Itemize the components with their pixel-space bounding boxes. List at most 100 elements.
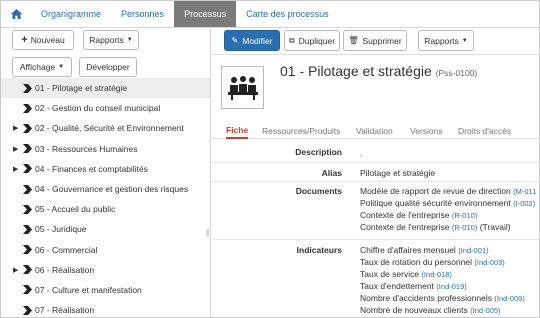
document-link[interactable]: Politique qualité sécurité environnement… xyxy=(360,198,535,208)
process-chevron-icon xyxy=(23,204,32,214)
reports-dropdown-button-right[interactable]: Rapports ▼ xyxy=(418,30,474,51)
duplicate-label: Dupliquer xyxy=(298,35,336,46)
indicator-name: Nombre de nouveaux clients xyxy=(360,305,468,315)
document-name: Contexte de l'entreprise xyxy=(360,222,450,232)
document-link[interactable]: Contexte de l'entreprise (R-010) xyxy=(360,210,477,220)
indicator-link[interactable]: Taux de service (Ind-018) xyxy=(360,269,452,279)
new-button[interactable]: + Nouveau xyxy=(12,30,74,50)
process-chevron-icon xyxy=(23,224,32,234)
alias-label: Alias xyxy=(321,168,342,178)
tree-item-label: 06 - Réalisation xyxy=(35,264,95,275)
indicator-ref: (Ind-001) xyxy=(458,246,489,255)
indicator-link[interactable]: Taux d'endettement (Ind-019) xyxy=(360,281,467,291)
display-dropdown-button[interactable]: Affichage ▼ xyxy=(12,57,72,77)
row-separator xyxy=(212,181,539,182)
toolbar-divider xyxy=(212,54,539,55)
row-separator xyxy=(212,162,539,163)
process-chevron-icon xyxy=(23,184,32,194)
indicator-ref: (Ind-005) xyxy=(470,306,501,315)
process-chevron-icon xyxy=(23,245,32,255)
document-link[interactable]: Modèle de rapport de revue de direction … xyxy=(360,186,536,196)
tree-item-label: 02 - Gestion du conseil municipal xyxy=(35,103,161,114)
display-label: Affichage xyxy=(19,62,56,72)
delete-label: Supprimer xyxy=(362,35,402,46)
process-chevron-icon xyxy=(23,305,32,315)
indicator-link[interactable]: Taux de rotation du personnel (Ind-003) xyxy=(360,257,505,267)
tree-item-label: 01 - Pilotage et stratégie xyxy=(35,83,128,94)
nav-tab-carte-processus[interactable]: Carte des processus xyxy=(236,1,339,27)
tree-item-label: 03 - Ressources Humaines xyxy=(35,143,138,154)
tree-item[interactable]: ▶ 06 - Réalisation xyxy=(1,260,210,280)
delete-button[interactable]: 🗑 Supprimer xyxy=(343,30,407,51)
process-tree-panel: + Nouveau Rapports ▼ Affichage ▼ Développer… xyxy=(1,28,211,317)
plus-icon: + xyxy=(21,34,28,46)
document-link[interactable]: Contexte de l'entreprise (R-010) (Travai… xyxy=(360,222,511,232)
indicator-name: Taux de service xyxy=(360,269,420,279)
resize-handle[interactable]: || xyxy=(206,228,209,237)
expand-arrow-icon[interactable]: ▶ xyxy=(13,165,18,173)
document-ref: (M-011 xyxy=(513,187,537,196)
indicator-ref: (Ind-009) xyxy=(494,294,525,303)
expand-arrow-icon[interactable]: ▶ xyxy=(13,266,18,274)
tree-item-label: 07 - Culture et manifestation xyxy=(35,284,142,295)
tab-versions[interactable]: Versions xyxy=(410,122,443,139)
expand-arrow-icon[interactable]: ▶ xyxy=(13,124,18,132)
tab-validation[interactable]: Validation xyxy=(356,122,393,139)
top-nav: Organigramme Personnes Processus Carte d… xyxy=(1,1,539,28)
copy-icon: ⧉ xyxy=(288,35,295,45)
process-chevron-icon xyxy=(23,103,32,113)
edit-button[interactable]: ✎ Modifier xyxy=(224,30,280,51)
tree-item-label: 02 - Qualité, Sécurité et Environnement xyxy=(35,123,184,134)
indicator-link[interactable]: Nombre d'accidents professionnels (Ind-0… xyxy=(360,293,525,303)
tree-item[interactable]: 04 - Gouvernance et gestion des risques xyxy=(1,179,210,199)
process-pictogram xyxy=(221,66,264,109)
tree-item[interactable]: ▶ 03 - Ressources Humaines xyxy=(1,139,210,159)
tree-item[interactable]: 02 - Gestion du conseil municipal xyxy=(1,98,210,118)
app-window: Organigramme Personnes Processus Carte d… xyxy=(0,0,540,318)
tree-item[interactable]: 01 - Pilotage et stratégie xyxy=(1,78,210,99)
tab-fiche[interactable]: Fiche xyxy=(226,122,249,139)
expand-arrow-icon[interactable]: ▶ xyxy=(13,145,18,153)
expand-label: Développer xyxy=(86,62,130,72)
expand-button[interactable]: Développer xyxy=(79,57,137,77)
caret-down-icon: ▼ xyxy=(126,37,133,43)
tree-item[interactable]: 05 - Juridique xyxy=(1,219,210,239)
nav-tab-personnes[interactable]: Personnes xyxy=(111,1,174,27)
process-title: 01 - Pilotage et stratégie (Pss-0100) xyxy=(280,63,477,79)
tab-droits-acces[interactable]: Droits d'accès xyxy=(458,122,511,139)
duplicate-button[interactable]: ⧉ Dupliquer xyxy=(284,30,340,51)
indicator-name: Taux d'endettement xyxy=(360,281,434,291)
tree-item[interactable]: 06 - Commercial xyxy=(1,240,210,260)
process-chevron-icon xyxy=(23,123,32,133)
tree-item[interactable]: 07 - Réalisation xyxy=(1,300,210,317)
tree-item-label: 06 - Commercial xyxy=(35,244,98,255)
indicator-name: Chiffre d'affaires mensuel xyxy=(360,245,456,255)
indicators-label: Indicateurs xyxy=(296,245,342,255)
indicator-ref: (Ind-018) xyxy=(421,270,452,279)
indicator-ref: (Ind-019) xyxy=(436,282,467,291)
indicator-name: Nombre d'accidents professionnels xyxy=(360,293,493,303)
document-ref: (R-010) xyxy=(451,223,478,232)
process-tree: 01 - Pilotage et stratégie 02 - Gestion d… xyxy=(1,78,210,317)
tree-item[interactable]: ▶ 02 - Qualité, Sécurité et Environnement xyxy=(1,118,210,138)
indicator-link[interactable]: Nombre de nouveaux clients (Ind-005) xyxy=(360,305,501,315)
indicator-link[interactable]: Chiffre d'affaires mensuel (Ind-001) xyxy=(360,245,489,255)
detail-tabs: Fiche Ressources/Produits Validation Ver… xyxy=(212,122,539,139)
nav-tab-processus[interactable]: Processus xyxy=(174,1,237,27)
tree-item[interactable]: 05 - Accueil du public xyxy=(1,199,210,219)
indicator-ref: (Ind-003) xyxy=(474,258,505,267)
tab-ressources-produits[interactable]: Ressources/Produits xyxy=(262,122,340,139)
tree-item-label: 04 - Gouvernance et gestion des risques xyxy=(35,184,189,195)
meeting-icon xyxy=(227,75,258,100)
nav-tab-organigramme[interactable]: Organigramme xyxy=(31,1,111,27)
description-value: . xyxy=(360,148,363,158)
reports-dropdown-button[interactable]: Rapports ▼ xyxy=(83,30,139,50)
process-code: (Pss-0100) xyxy=(435,68,478,78)
caret-down-icon: ▼ xyxy=(461,37,468,44)
tree-item[interactable]: 07 - Culture et manifestation xyxy=(1,280,210,300)
tree-item[interactable]: ▶ 04 - Finances et comptabilités xyxy=(1,159,210,179)
process-chevron-icon xyxy=(23,164,32,174)
home-icon[interactable] xyxy=(1,1,31,27)
process-chevron-icon xyxy=(23,144,32,154)
reports-label-right: Rapports xyxy=(424,35,459,46)
